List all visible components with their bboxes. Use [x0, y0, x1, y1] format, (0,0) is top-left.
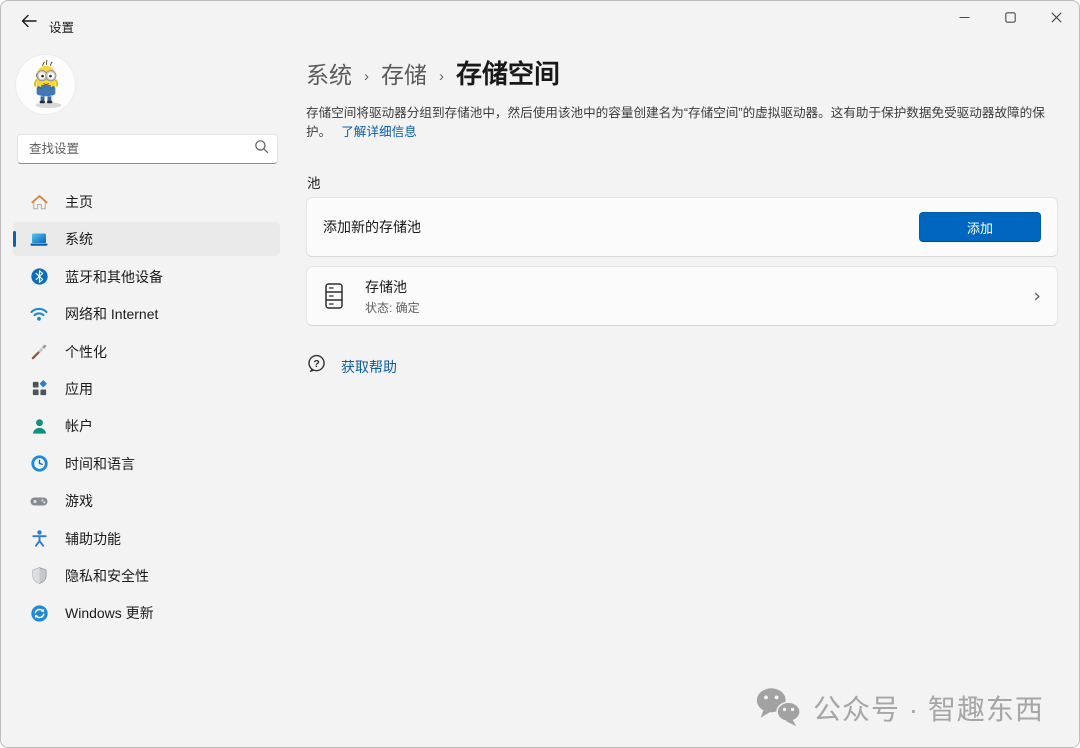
shield-icon: [29, 566, 49, 586]
sidebar-item-label: 网络和 Internet: [65, 304, 158, 324]
paintbrush-icon: [29, 342, 49, 362]
watermark: 公众号 · 智趣东西: [753, 685, 1044, 731]
breadcrumb: 系统 › 存储 › 存储空间: [306, 54, 560, 91]
sidebar-item-label: Windows 更新: [65, 603, 154, 623]
sidebar-item-gaming[interactable]: 游戏: [13, 484, 280, 518]
sidebar-item-system[interactable]: 系统: [13, 222, 280, 256]
sidebar-item-home[interactable]: 主页: [13, 185, 280, 219]
breadcrumb-separator: ›: [352, 68, 381, 85]
svg-text:?: ?: [313, 358, 319, 370]
search-box: [17, 134, 278, 164]
back-button[interactable]: [11, 8, 47, 38]
storage-pool-icon: [323, 282, 345, 310]
add-pool-label: 添加新的存储池: [323, 217, 919, 237]
page-title: 存储空间: [456, 54, 560, 91]
minimize-button[interactable]: [941, 1, 987, 37]
pool-title: 存储池: [365, 277, 1033, 297]
breadcrumb-separator: ›: [427, 68, 456, 85]
caption-buttons: [941, 1, 1079, 37]
page-description: 存储空间将驱动器分组到存储池中，然后使用该池中的容量创建名为“存储空间”的虚拟驱…: [306, 104, 1060, 142]
person-icon: [29, 416, 49, 436]
maximize-icon: [1005, 10, 1016, 28]
apps-icon: [29, 379, 49, 399]
storage-pool-row[interactable]: 存储池 状态: 确定 ›: [306, 266, 1058, 326]
sidebar-item-time-language[interactable]: 时间和语言: [13, 447, 280, 481]
breadcrumb-storage[interactable]: 存储: [381, 56, 427, 90]
sidebar-item-label: 个性化: [65, 342, 107, 362]
sidebar-item-label: 应用: [65, 379, 93, 399]
section-label-pool: 池: [307, 172, 321, 192]
sidebar-item-label: 时间和语言: [65, 454, 135, 474]
app-title: 设置: [49, 17, 74, 36]
chevron-right-icon[interactable]: ›: [1033, 285, 1041, 307]
sidebar-item-label: 主页: [65, 192, 93, 212]
watermark-text: 公众号 · 智趣东西: [813, 688, 1044, 728]
minimize-icon: [959, 10, 970, 28]
arrow-left-icon: [21, 14, 37, 33]
breadcrumb-system[interactable]: 系统: [306, 56, 352, 90]
help-icon: ?: [306, 353, 328, 381]
sidebar-item-bluetooth[interactable]: 蓝牙和其他设备: [13, 260, 280, 294]
pool-status: 状态: 确定: [365, 299, 1033, 316]
minion-avatar-image: [16, 55, 75, 114]
sidebar-item-label: 隐私和安全性: [65, 566, 149, 586]
close-icon: [1051, 10, 1062, 28]
get-help-row[interactable]: ? 获取帮助: [306, 353, 397, 381]
sidebar-item-personalization[interactable]: 个性化: [13, 335, 280, 369]
sidebar-item-label: 辅助功能: [65, 529, 121, 549]
settings-window: 设置: [0, 0, 1080, 748]
sidebar-item-network[interactable]: 网络和 Internet: [13, 297, 280, 331]
learn-more-link[interactable]: 了解详细信息: [341, 125, 417, 139]
sidebar-item-label: 系统: [65, 229, 93, 249]
system-icon: [29, 229, 49, 249]
wifi-icon: [29, 304, 49, 324]
accessibility-icon: [29, 529, 49, 549]
sidebar-item-privacy[interactable]: 隐私和安全性: [13, 559, 280, 593]
sidebar-item-label: 蓝牙和其他设备: [65, 267, 163, 287]
add-button[interactable]: 添加: [919, 212, 1041, 242]
get-help-link[interactable]: 获取帮助: [341, 357, 397, 377]
maximize-button[interactable]: [987, 1, 1033, 37]
sidebar-item-accounts[interactable]: 帐户: [13, 409, 280, 443]
wechat-icon: [753, 685, 803, 731]
user-avatar: [16, 55, 75, 114]
sidebar-nav: 主页 系统 蓝牙和其他设备 网络和 Internet 个性化: [13, 185, 280, 634]
update-icon: [29, 603, 49, 623]
search-icon: [254, 139, 269, 159]
home-icon: [29, 192, 49, 212]
sidebar-item-label: 帐户: [65, 416, 93, 436]
clock-icon: [29, 454, 49, 474]
sidebar-item-windows-update[interactable]: Windows 更新: [13, 596, 280, 630]
bluetooth-icon: [29, 267, 49, 287]
sidebar-item-label: 游戏: [65, 491, 93, 511]
gamepad-icon: [29, 491, 49, 511]
pool-text: 存储池 状态: 确定: [365, 277, 1033, 316]
close-button[interactable]: [1033, 1, 1079, 37]
sidebar-item-accessibility[interactable]: 辅助功能: [13, 522, 280, 556]
add-pool-card: 添加新的存储池 添加: [306, 197, 1058, 257]
search-input[interactable]: [29, 142, 254, 156]
titlebar: 设置: [1, 1, 1079, 45]
sidebar-item-apps[interactable]: 应用: [13, 372, 280, 406]
